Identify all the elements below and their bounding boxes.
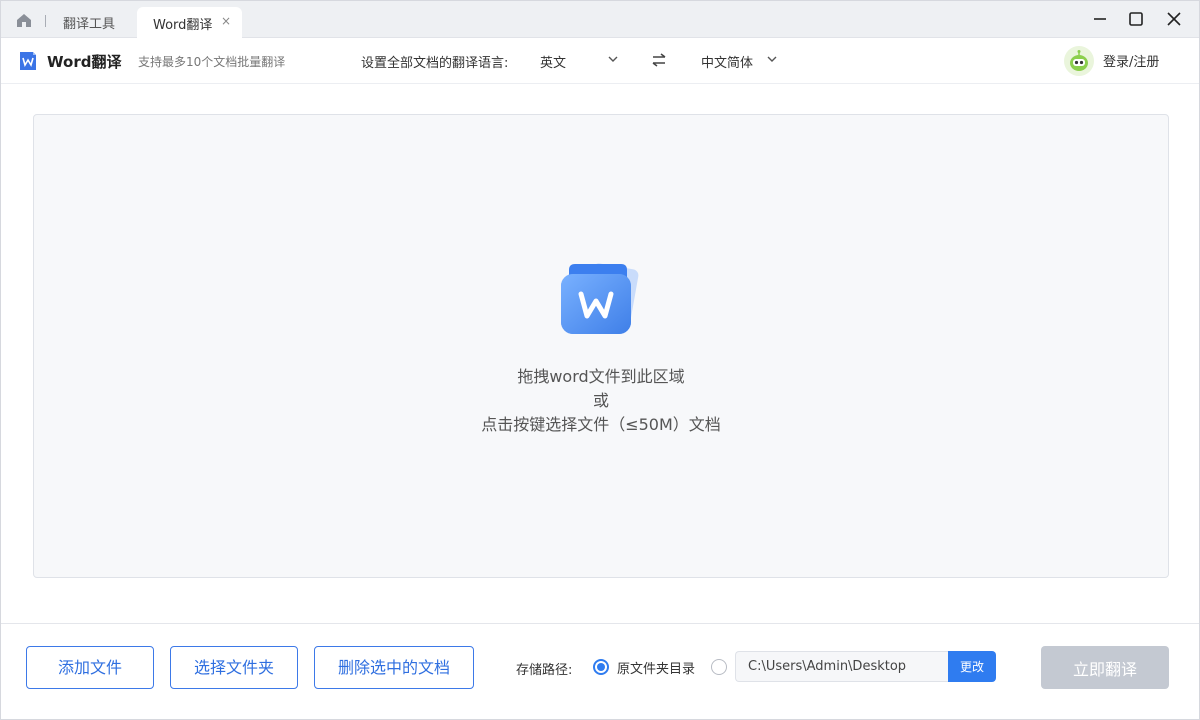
- title-bar: 翻译工具 Word翻译 ×: [1, 1, 1199, 38]
- change-path-button[interactable]: 更改: [948, 651, 996, 682]
- target-language-select[interactable]: 中文简体: [700, 48, 784, 74]
- drop-hint-line1: 拖拽word文件到此区域: [517, 367, 685, 386]
- save-path-field[interactable]: C:\Users\Admin\Desktop: [735, 651, 949, 682]
- add-file-button[interactable]: 添加文件: [26, 646, 154, 689]
- minimize-icon[interactable]: [1089, 9, 1111, 29]
- radio-custom-path[interactable]: [711, 659, 727, 675]
- chevron-down-icon: [767, 56, 777, 62]
- translate-now-button[interactable]: 立即翻译: [1041, 646, 1169, 689]
- source-language-select[interactable]: 英文: [539, 48, 623, 74]
- target-language-value: 中文简体: [701, 56, 754, 71]
- select-folder-button[interactable]: 选择文件夹: [170, 646, 298, 689]
- close-window-icon[interactable]: [1163, 9, 1185, 29]
- radio-original-folder-label[interactable]: 原文件夹目录: [617, 658, 695, 677]
- titlebar-divider: [45, 15, 46, 27]
- action-footer: 添加文件 选择文件夹 删除选中的文档 存储路径: 原文件夹目录 C:\Users…: [1, 623, 1199, 719]
- app-header: Word翻译 支持最多10个文档批量翻译 设置全部文档的翻译语言: 英文 中文简…: [1, 38, 1199, 84]
- tab-translate-tools[interactable]: 翻译工具: [63, 13, 115, 32]
- file-drop-zone[interactable]: 拖拽word文件到此区域 或 点击按键选择文件（≤50M）文档: [33, 114, 1169, 578]
- delete-selected-button[interactable]: 删除选中的文档: [314, 646, 474, 689]
- translation-language-label: 设置全部文档的翻译语言:: [361, 56, 509, 71]
- word-logo-icon: [20, 52, 36, 70]
- login-register-link[interactable]: 登录/注册: [1103, 51, 1159, 70]
- app-window: 翻译工具 Word翻译 × Word翻译 支持最多10个文档批量翻译 设置全部文…: [0, 0, 1200, 720]
- drop-hint-or: 或: [592, 391, 609, 410]
- tab-close-icon[interactable]: ×: [221, 14, 231, 28]
- save-path-label: 存储路径:: [516, 663, 573, 678]
- drop-hint-line3: 点击按键选择文件（≤50M）文档: [481, 415, 721, 434]
- home-icon[interactable]: [15, 12, 33, 28]
- word-document-icon: [561, 263, 639, 334]
- tab-word-translate[interactable]: Word翻译 ×: [137, 7, 242, 38]
- chevron-down-icon: [608, 56, 618, 62]
- tab-word-translate-label: Word翻译: [153, 18, 213, 33]
- avatar-icon[interactable]: [1064, 46, 1094, 76]
- source-language-value: 英文: [540, 56, 567, 71]
- radio-original-folder[interactable]: [593, 659, 609, 675]
- swap-languages-icon[interactable]: [650, 51, 668, 69]
- app-title: Word翻译: [47, 53, 122, 71]
- app-subtitle: 支持最多10个文档批量翻译: [138, 55, 286, 69]
- maximize-icon[interactable]: [1125, 9, 1147, 29]
